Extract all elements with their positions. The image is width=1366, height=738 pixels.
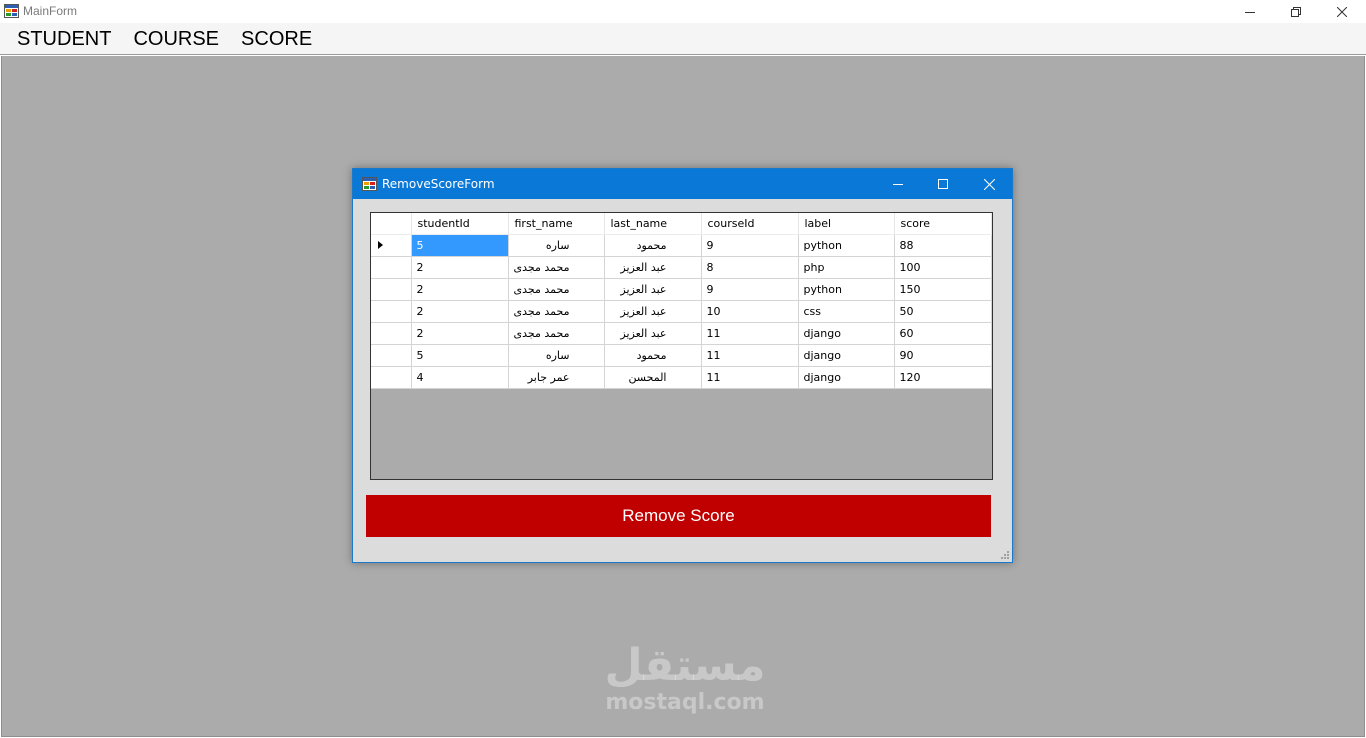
cell-last-name[interactable]: المحسن xyxy=(604,366,702,389)
remove-score-button[interactable]: Remove Score xyxy=(366,495,991,537)
cell-first-name[interactable]: ساره xyxy=(508,234,605,257)
cell-last-name[interactable]: عبد العزيز xyxy=(604,322,702,345)
column-header-first-name[interactable]: first_name xyxy=(508,213,605,235)
cell-first-name[interactable]: عمر جابر xyxy=(508,366,605,389)
main-window-title: MainForm xyxy=(23,4,78,18)
cell-studentid[interactable]: 4 xyxy=(411,366,509,389)
minimize-icon xyxy=(1245,11,1255,13)
cell-label[interactable]: python xyxy=(798,234,895,257)
row-header[interactable] xyxy=(371,278,412,301)
cell-studentid[interactable]: 2 xyxy=(411,278,509,301)
cell-score[interactable]: 60 xyxy=(894,322,992,345)
cell-label[interactable]: django xyxy=(798,366,895,389)
cell-studentid[interactable]: 2 xyxy=(411,256,509,279)
scores-data-grid[interactable]: studentId first_name last_name courseId … xyxy=(370,212,993,480)
cell-score[interactable]: 88 xyxy=(894,234,992,257)
main-minimize-button[interactable] xyxy=(1227,0,1273,23)
cell-label[interactable]: css xyxy=(798,300,895,323)
child-window-title: RemoveScoreForm xyxy=(382,177,495,191)
child-maximize-button[interactable] xyxy=(920,169,966,199)
cell-courseid[interactable]: 9 xyxy=(701,278,799,301)
row-header[interactable] xyxy=(371,344,412,367)
close-icon xyxy=(1337,6,1347,17)
menu-bar: STUDENT COURSE SCORE xyxy=(0,23,1366,55)
row-header[interactable] xyxy=(371,256,412,279)
row-header-corner[interactable] xyxy=(371,213,412,235)
cell-score[interactable]: 50 xyxy=(894,300,992,323)
table-row[interactable]: 5 ساره محمود 9 python 88 xyxy=(371,234,992,257)
cell-first-name[interactable]: محمد مجدى xyxy=(508,322,605,345)
cell-courseid[interactable]: 11 xyxy=(701,322,799,345)
column-header-courseid[interactable]: courseId xyxy=(701,213,799,235)
child-titlebar[interactable]: RemoveScoreForm xyxy=(353,169,1012,199)
resize-grip-icon[interactable] xyxy=(1000,550,1010,560)
cell-first-name[interactable]: ساره xyxy=(508,344,605,367)
row-header[interactable] xyxy=(371,300,412,323)
grid-header-row: studentId first_name last_name courseId … xyxy=(371,213,992,235)
column-header-studentid[interactable]: studentId xyxy=(411,213,509,235)
column-header-label[interactable]: label xyxy=(798,213,895,235)
watermark-arabic-text: مستقل xyxy=(604,640,766,691)
minimize-icon xyxy=(893,184,903,185)
cell-first-name[interactable]: محمد مجدى xyxy=(508,256,605,279)
cell-score[interactable]: 120 xyxy=(894,366,992,389)
cell-last-name[interactable]: عبد العزيز xyxy=(604,300,702,323)
column-header-score[interactable]: score xyxy=(894,213,992,235)
winforms-app-icon xyxy=(362,177,377,191)
cell-last-name[interactable]: محمود xyxy=(604,234,702,257)
close-icon xyxy=(983,178,995,190)
cell-studentid[interactable]: 5 xyxy=(411,234,509,257)
current-row-arrow-icon xyxy=(378,241,383,249)
cell-courseid[interactable]: 9 xyxy=(701,234,799,257)
table-row[interactable]: 5 ساره محمود 11 django 90 xyxy=(371,344,992,367)
cell-studentid[interactable]: 2 xyxy=(411,300,509,323)
cell-label[interactable]: django xyxy=(798,344,895,367)
maximize-icon xyxy=(938,179,948,189)
remove-score-form: RemoveScoreForm studentId first_name las… xyxy=(352,168,1013,563)
cell-label[interactable]: django xyxy=(798,322,895,345)
menu-item-student[interactable]: STUDENT xyxy=(6,23,122,55)
menu-item-score[interactable]: SCORE xyxy=(230,23,323,55)
table-row[interactable]: 4 عمر جابر المحسن 11 django 120 xyxy=(371,366,992,389)
cell-courseid[interactable]: 10 xyxy=(701,300,799,323)
cell-first-name[interactable]: محمد مجدى xyxy=(508,300,605,323)
mostaql-watermark: مستقل mostaql.com xyxy=(600,640,770,714)
cell-score[interactable]: 150 xyxy=(894,278,992,301)
main-close-button[interactable] xyxy=(1319,0,1365,23)
main-restore-button[interactable] xyxy=(1273,0,1319,23)
menu-item-course[interactable]: COURSE xyxy=(122,23,230,55)
cell-score[interactable]: 90 xyxy=(894,344,992,367)
watermark-latin-text: mostaql.com xyxy=(605,690,765,715)
restore-icon xyxy=(1291,6,1301,17)
cell-studentid[interactable]: 2 xyxy=(411,322,509,345)
cell-score[interactable]: 100 xyxy=(894,256,992,279)
table-row[interactable]: 2 محمد مجدى عبد العزيز 8 php 100 xyxy=(371,256,992,279)
cell-last-name[interactable]: عبد العزيز xyxy=(604,256,702,279)
scores-table: studentId first_name last_name courseId … xyxy=(371,213,992,389)
main-window: MainForm STUDENT COURSE SCORE مستقل most… xyxy=(0,0,1366,738)
cell-last-name[interactable]: عبد العزيز xyxy=(604,278,702,301)
column-header-last-name[interactable]: last_name xyxy=(604,213,702,235)
cell-studentid[interactable]: 5 xyxy=(411,344,509,367)
row-header[interactable] xyxy=(371,366,412,389)
table-row[interactable]: 2 محمد مجدى عبد العزيز 11 django 60 xyxy=(371,322,992,345)
table-row[interactable]: 2 محمد مجدى عبد العزيز 9 python 150 xyxy=(371,278,992,301)
table-row[interactable]: 2 محمد مجدى عبد العزيز 10 css 50 xyxy=(371,300,992,323)
child-close-button[interactable] xyxy=(966,169,1012,199)
row-header[interactable] xyxy=(371,322,412,345)
cell-courseid[interactable]: 8 xyxy=(701,256,799,279)
cell-label[interactable]: php xyxy=(798,256,895,279)
cell-courseid[interactable]: 11 xyxy=(701,344,799,367)
cell-last-name[interactable]: محمود xyxy=(604,344,702,367)
cell-label[interactable]: python xyxy=(798,278,895,301)
main-titlebar[interactable]: MainForm xyxy=(0,0,1366,23)
child-minimize-button[interactable] xyxy=(875,169,921,199)
row-header[interactable] xyxy=(371,234,412,257)
winforms-app-icon xyxy=(4,4,19,18)
cell-first-name[interactable]: محمد مجدى xyxy=(508,278,605,301)
cell-courseid[interactable]: 11 xyxy=(701,366,799,389)
